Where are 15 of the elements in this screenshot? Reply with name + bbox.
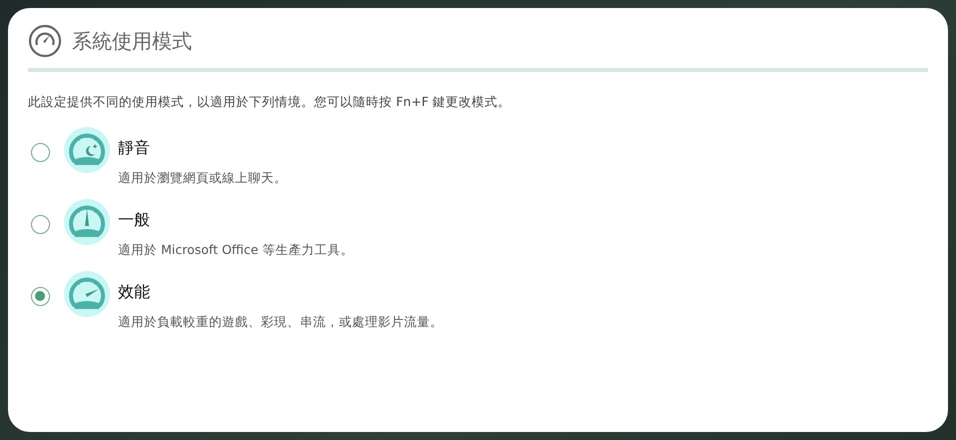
gauge-icon — [64, 127, 110, 173]
mode-name: 效能 — [118, 281, 151, 303]
mode-radio[interactable] — [31, 287, 50, 306]
page-title: 系統使用模式 — [72, 28, 192, 54]
description-text: 此設定提供不同的使用模式，以適用於下列情境。您可以隨時按 Fn+F 鍵更改模式。 — [28, 93, 512, 111]
mode-description: 適用於 Microsoft Office 等生產力工具。 — [118, 241, 354, 259]
mode-description: 適用於瀏覽網頁或線上聊天。 — [118, 169, 287, 187]
gauge-icon — [64, 271, 110, 317]
speedometer-icon — [28, 24, 62, 58]
mode-description: 適用於負載較重的遊戲、彩現、串流，或處理影片流量。 — [118, 313, 443, 331]
mode-name: 靜音 — [118, 137, 151, 159]
mode-radio[interactable] — [31, 215, 50, 234]
mode-name: 一般 — [118, 209, 151, 231]
mode-radio[interactable] — [31, 143, 50, 162]
gauge-icon — [64, 199, 110, 245]
